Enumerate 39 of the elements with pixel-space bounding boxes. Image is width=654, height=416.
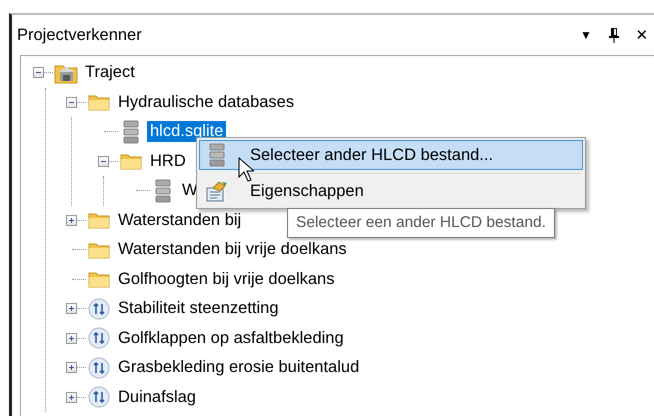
expand-toggle[interactable] (66, 332, 77, 344)
dropdown-button[interactable]: ▼ (574, 24, 598, 46)
tree-item[interactable]: Hydraulische databases (115, 92, 298, 113)
tooltip: Selecteer een ander HLCD bestand. (287, 208, 555, 238)
tree-item[interactable]: Golfklappen op asfaltbekleding (115, 328, 347, 349)
mechanism-icon (88, 298, 110, 320)
tree-item[interactable]: Waterstanden bij (115, 210, 244, 231)
collapse-toggle[interactable] (33, 67, 44, 78)
mechanism-icon (88, 386, 110, 408)
tree-item[interactable]: hlcd.sqlite (147, 121, 226, 142)
menu-item[interactable]: Eigenschappen (199, 176, 583, 206)
database-icon (208, 143, 226, 167)
mechanism-icon (88, 356, 110, 379)
collapse-toggle[interactable] (66, 96, 77, 108)
folder-icon (88, 240, 110, 259)
tree-item[interactable]: Grasbekleding erosie buitentalud (115, 357, 362, 378)
tree-item[interactable]: Stabiliteit steenzetting (115, 298, 282, 320)
expand-toggle[interactable] (66, 362, 77, 374)
folder-icon (120, 152, 142, 170)
mechanism-icon (88, 327, 110, 350)
properties-icon (205, 180, 229, 202)
tree-item[interactable]: Duinafslag (115, 386, 199, 408)
database-icon (154, 178, 172, 203)
tree-item[interactable]: Golfhoogten bij vrije doelkans (115, 268, 338, 290)
collapse-toggle[interactable] (98, 156, 109, 167)
folder-icon (88, 211, 110, 230)
close-button[interactable]: ✕ (630, 24, 654, 46)
folder-icon (88, 270, 110, 288)
panel-title: Projectverkenner (17, 26, 143, 44)
expand-toggle[interactable] (66, 214, 77, 226)
tree-item[interactable]: Waterstanden bij vrije doelkans (115, 239, 350, 260)
database-icon (122, 120, 140, 144)
menu-item[interactable]: Selecteer ander HLCD bestand... (199, 140, 583, 170)
pin-icon (608, 27, 620, 43)
tree-item[interactable]: Traject (82, 62, 138, 84)
folder-icon (88, 93, 110, 112)
expand-toggle[interactable] (66, 392, 77, 403)
tree-item[interactable]: HRD (147, 150, 189, 172)
expand-toggle[interactable] (66, 303, 77, 314)
